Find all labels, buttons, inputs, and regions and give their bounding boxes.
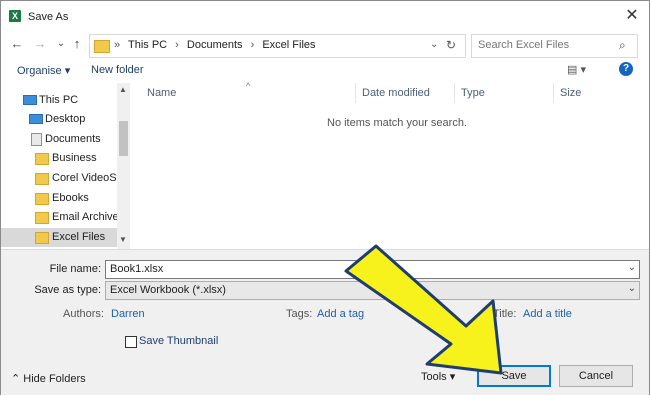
yellow-arrow-annotation: [344, 244, 503, 375]
arrow-shape: [344, 244, 503, 375]
save-as-dialog: X Save As ✕ ← → ⌄ ↑ » This PC › Document…: [0, 0, 650, 395]
